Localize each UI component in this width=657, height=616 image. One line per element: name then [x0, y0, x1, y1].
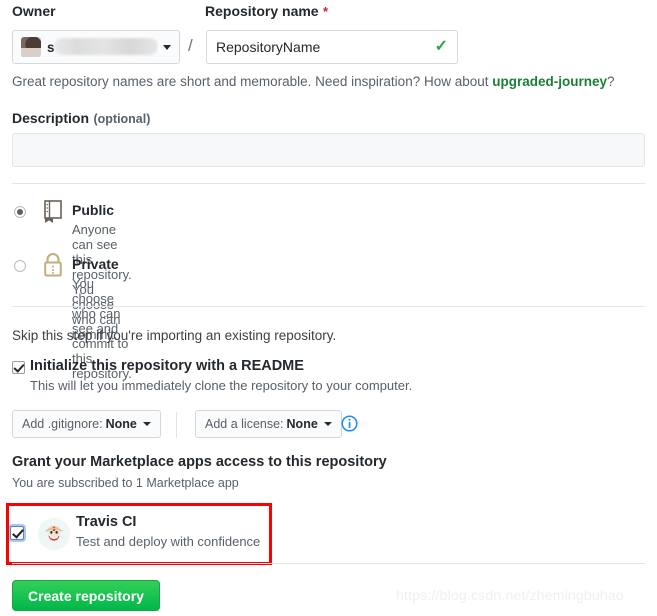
divider-after-description	[12, 183, 645, 184]
marketplace-app-name: Travis CI	[76, 514, 137, 530]
repository-name-label: Repository name *	[205, 3, 328, 21]
create-repository-form: Owner Repository name * s g / Repository…	[0, 0, 657, 616]
gitignore-dropdown-value: None	[105, 417, 137, 431]
description-input[interactable]	[12, 133, 645, 167]
chevron-down-icon	[323, 422, 332, 426]
path-separator: /	[188, 36, 193, 55]
visibility-private-title: Private	[72, 256, 119, 272]
marketplace-app-description: Test and deploy with confidence	[76, 534, 261, 549]
description-label-text: Description	[12, 110, 90, 126]
gitignore-dropdown[interactable]: Add .gitignore: None	[12, 410, 161, 438]
required-marker: *	[323, 4, 329, 19]
owner-select[interactable]: s g	[12, 30, 180, 64]
initialize-readme-checkbox[interactable]	[12, 361, 25, 374]
watermark: https://blog.csdn.net/zhemingbuhao	[396, 587, 624, 603]
divider-before-actions	[12, 563, 645, 564]
travis-ci-avatar-icon	[38, 518, 70, 550]
skip-import-note: Skip this step if you're importing an ex…	[12, 328, 337, 343]
suggested-name-link[interactable]: upgraded-journey	[492, 74, 607, 89]
owner-name-redaction	[54, 38, 158, 55]
initialize-readme-subnote: This will let you immediately clone the …	[30, 378, 413, 393]
repository-name-label-text: Repository name	[205, 3, 319, 19]
info-icon[interactable]	[341, 415, 358, 432]
description-label: Description (optional)	[12, 110, 150, 128]
marketplace-subtitle: You are subscribed to 1 Marketplace app	[12, 476, 239, 490]
repository-name-hint: Great repository names are short and mem…	[12, 74, 615, 89]
chevron-down-icon	[163, 44, 171, 50]
repository-name-hint-after: ?	[607, 74, 615, 89]
chevron-down-icon	[142, 422, 151, 426]
lock-icon	[42, 252, 64, 278]
visibility-public-title: Public	[72, 202, 115, 218]
divider-after-visibility	[12, 306, 645, 307]
book-icon	[42, 200, 64, 224]
repository-name-value: RepositoryName	[216, 39, 321, 55]
check-icon: ✓	[434, 38, 448, 55]
license-dropdown-value: None	[286, 417, 318, 431]
create-repository-button-label: Create repository	[28, 587, 144, 604]
radio-public[interactable]	[14, 206, 26, 218]
license-dropdown-prefix: Add a license:	[205, 417, 284, 431]
marketplace-title: Grant your Marketplace apps access to th…	[12, 454, 387, 470]
marketplace-app-checkbox[interactable]	[10, 526, 24, 540]
owner-label: Owner	[12, 3, 56, 19]
license-dropdown[interactable]: Add a license: None	[195, 410, 342, 438]
radio-private[interactable]	[14, 260, 26, 272]
repository-name-hint-before: Great repository names are short and mem…	[12, 74, 493, 89]
description-optional-text: (optional)	[93, 112, 151, 126]
dropdown-separator	[176, 412, 177, 438]
initialize-readme-label: Initialize this repository with a README	[30, 358, 304, 374]
owner-name: s g	[47, 37, 158, 57]
create-repository-button[interactable]: Create repository	[12, 580, 160, 611]
form-header-labels: Owner Repository name *	[12, 3, 652, 23]
repository-name-input[interactable]: RepositoryName ✓	[206, 30, 458, 64]
gitignore-dropdown-prefix: Add .gitignore:	[22, 417, 103, 431]
owner-avatar-icon	[21, 37, 41, 57]
